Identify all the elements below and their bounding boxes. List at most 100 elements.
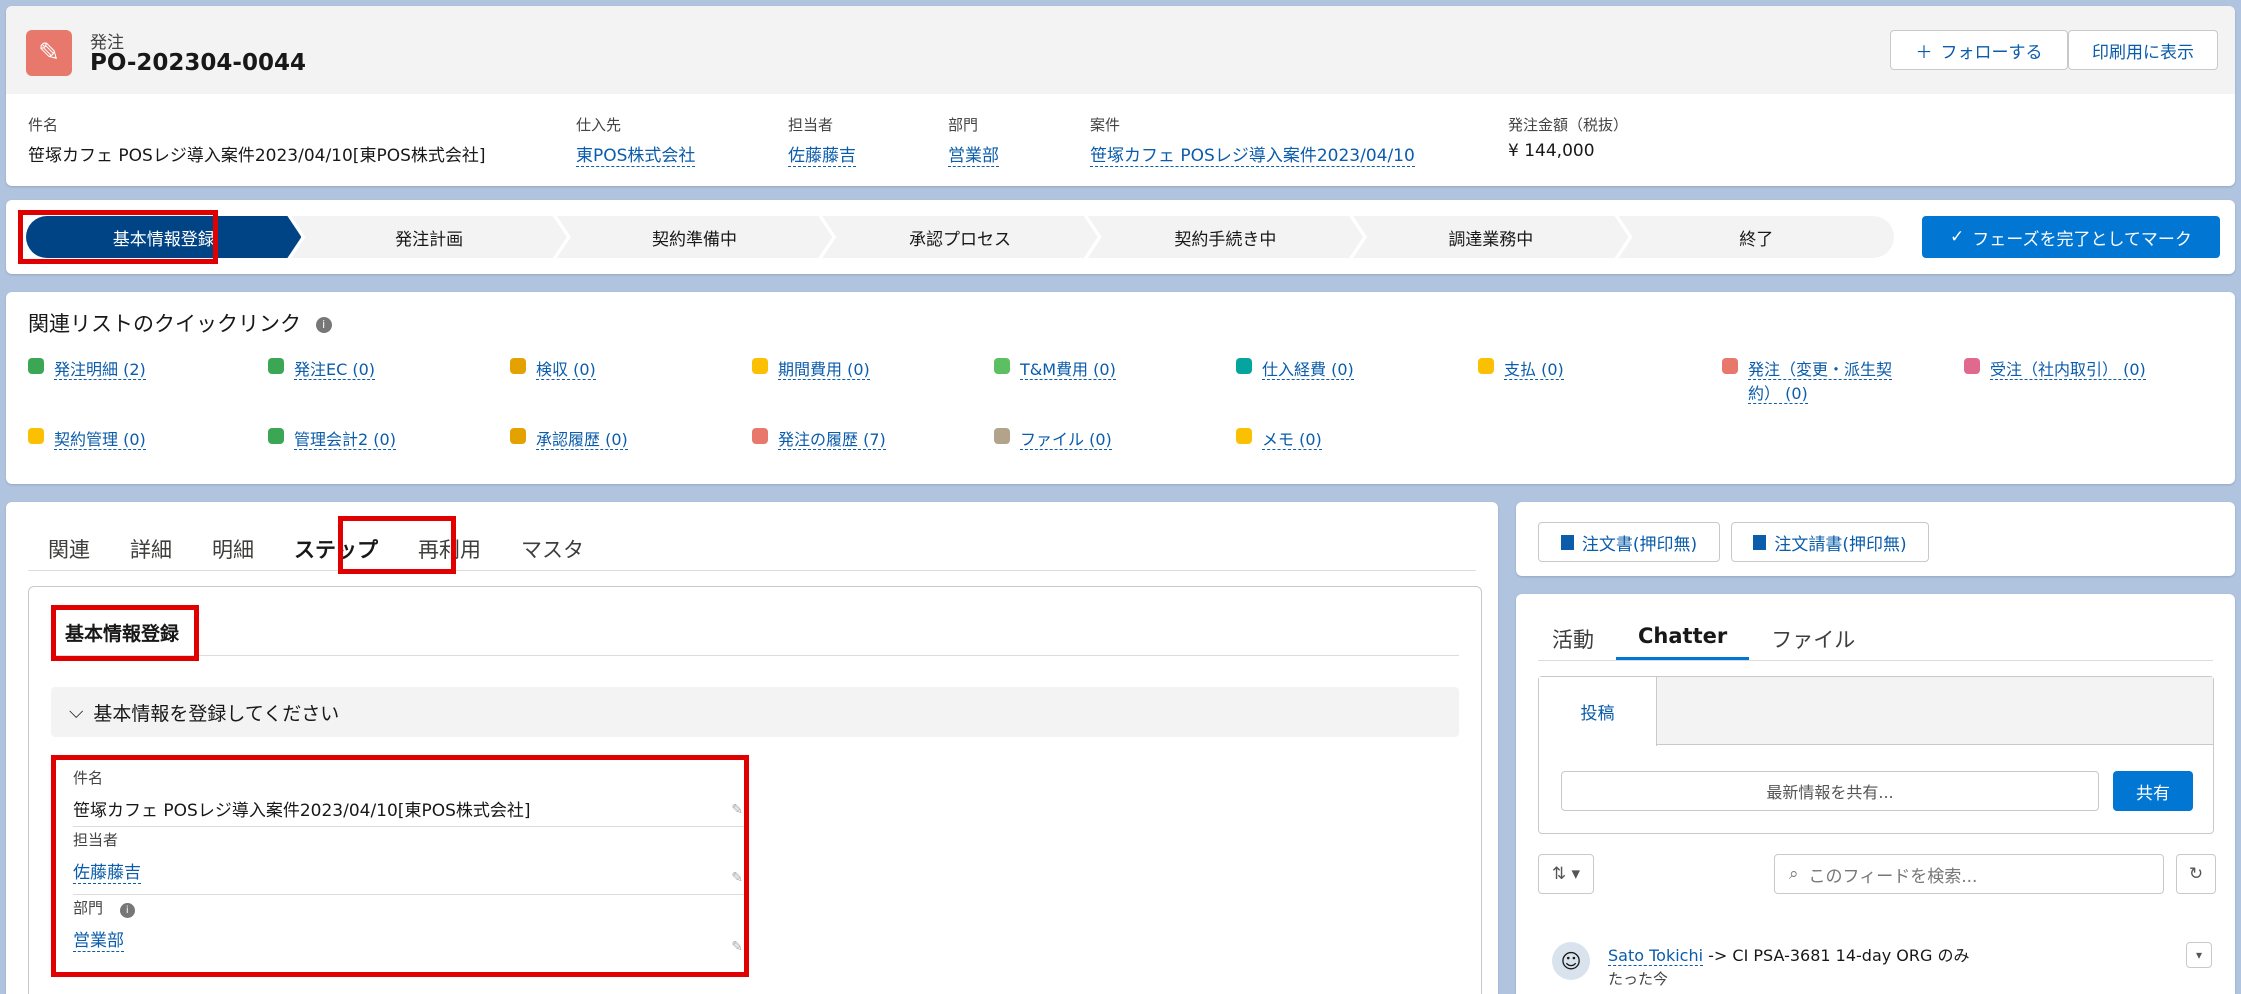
quick-link-label[interactable]: 契約管理 (0) (54, 430, 146, 450)
info-icon: i (315, 317, 332, 333)
path-step-3[interactable]: 契約準備中 (557, 216, 832, 258)
quick-link-label[interactable]: 支払 (0) (1504, 360, 1564, 380)
quick-link-item[interactable]: 受注（社内取引） (0) (1964, 356, 2184, 380)
quick-link-item[interactable]: ファイル (0) (994, 426, 1214, 450)
info-icon: i (119, 903, 135, 918)
header-top: ✎ 発注 PO-202304-0044 ＋ フォローする 印刷用に表示 (6, 6, 2235, 94)
quick-link-label[interactable]: T&M費用 (0) (1020, 360, 1116, 380)
quick-link-label[interactable]: 発注明細 (2) (54, 360, 146, 380)
quick-link-item[interactable]: 発注EC (0) (268, 356, 488, 380)
plus-icon: ＋ (1915, 42, 1933, 63)
follow-button[interactable]: ＋ フォローする (1890, 30, 2068, 70)
step-section: 基本情報登録 ⌵ 基本情報を登録してください 件名 笹塚カフェ POSレジ導入案… (28, 586, 1482, 994)
tab-reuse[interactable]: 再利用 (398, 528, 501, 570)
tab-chatter[interactable]: Chatter (1616, 618, 1750, 660)
quick-link-item[interactable]: 発注の履歴 (7) (752, 426, 972, 450)
feed-item-menu-button[interactable]: ▾ (2186, 942, 2212, 968)
quick-link-item[interactable]: 発注（変更・派生契 約） (0) (1722, 356, 1942, 404)
print-view-button[interactable]: 印刷用に表示 (2068, 30, 2218, 70)
quick-link-item[interactable]: 契約管理 (0) (28, 426, 248, 450)
quick-link-item[interactable]: 承認履歴 (0) (510, 426, 730, 450)
quick-link-label[interactable]: メモ (0) (1262, 430, 1322, 450)
field-subject: 件名 笹塚カフェ POSレジ導入案件2023/04/10[東POS株式会社] ✎ (73, 767, 749, 827)
quick-link-item[interactable]: 検収 (0) (510, 356, 730, 380)
field-owner: 担当者 佐藤藤吉 ✎ (73, 829, 749, 895)
quick-link-item[interactable]: メモ (0) (1236, 426, 1456, 450)
quick-link-label[interactable]: ファイル (0) (1020, 430, 1112, 450)
header-field-owner: 担当者 佐藤藤吉 (788, 116, 856, 167)
mark-complete-button[interactable]: ✓ フェーズを完了としてマーク (1922, 216, 2220, 258)
search-icon: ⌕ (1789, 864, 1799, 884)
quick-link-label[interactable]: 検収 (0) (536, 360, 596, 380)
order-ack-button[interactable]: 注文請書(押印無) (1731, 522, 1929, 562)
quick-link-label[interactable]: 承認履歴 (0) (536, 430, 628, 450)
path-step-6[interactable]: 調達業務中 (1353, 216, 1628, 258)
path-step-7[interactable]: 終了 (1618, 216, 1894, 258)
path-step-2[interactable]: 発注計画 (291, 216, 566, 258)
department-link[interactable]: 営業部 (948, 146, 999, 167)
avatar[interactable]: ☺ (1552, 942, 1590, 980)
tab-activity[interactable]: 活動 (1530, 618, 1616, 660)
quick-link-label-cont[interactable]: 約） (0) (1748, 384, 1808, 404)
order-doc-button[interactable]: 注文書(押印無) (1538, 522, 1720, 562)
quick-link-label[interactable]: 期間費用 (0) (778, 360, 870, 380)
sort-button[interactable]: ⇅ ▾ (1538, 854, 1594, 894)
header-field-amount: 発注金額（税抜） ¥ 144,000 (1508, 116, 1629, 161)
path-step-4[interactable]: 承認プロセス (822, 216, 1097, 258)
check-icon: ✓ (1950, 227, 1965, 247)
department-link[interactable]: 営業部 (73, 931, 124, 952)
post-tab[interactable]: 投稿 (1539, 677, 1657, 746)
section-divider (51, 655, 1459, 656)
document-icon (1560, 534, 1574, 550)
tab-steps[interactable]: ステップ (274, 528, 398, 570)
main-panel: 関連 詳細 明細 ステップ 再利用 マスタ 基本情報登録 ⌵ 基本情報を登録して… (6, 502, 1498, 994)
path-step-5[interactable]: 契約手続き中 (1088, 216, 1363, 258)
quick-link-item[interactable]: T&M費用 (0) (994, 356, 1214, 380)
tab-details[interactable]: 詳細 (110, 528, 192, 570)
owner-link[interactable]: 佐藤藤吉 (788, 146, 856, 167)
related-list-icon (1236, 428, 1252, 444)
owner-link[interactable]: 佐藤藤吉 (73, 863, 141, 884)
edit-pencil-icon[interactable]: ✎ (731, 870, 743, 886)
quick-link-item[interactable]: 支払 (0) (1478, 356, 1698, 380)
feed-timestamp: たった今 (1608, 970, 1669, 988)
path-bar: 基本情報登録 発注計画 契約準備中 承認プロセス 契約手続き中 調達業務中 終了… (6, 200, 2235, 274)
tab-related[interactable]: 関連 (28, 528, 110, 570)
related-list-icon (994, 358, 1010, 374)
quick-link-item[interactable]: 仕入経費 (0) (1236, 356, 1456, 380)
path-step-1[interactable]: 基本情報登録 (26, 216, 301, 258)
quick-link-item[interactable]: 期間費用 (0) (752, 356, 972, 380)
related-list-icon (268, 358, 284, 374)
chevron-down-icon: ⌵ (69, 701, 84, 723)
supplier-link[interactable]: 東POS株式会社 (576, 146, 696, 167)
subsection-header[interactable]: ⌵ 基本情報を登録してください (51, 687, 1459, 737)
refresh-button[interactable]: ↻ (2176, 854, 2216, 894)
share-button[interactable]: 共有 (2113, 771, 2193, 811)
quick-link-label[interactable]: 発注EC (0) (294, 360, 376, 380)
quick-link-label[interactable]: 発注の履歴 (7) (778, 430, 886, 450)
quick-link-label[interactable]: 発注（変更・派生契 (1748, 360, 1893, 380)
tab-files[interactable]: ファイル (1749, 618, 1877, 660)
tab-master[interactable]: マスタ (501, 528, 604, 570)
related-list-icon (752, 358, 768, 374)
feed-item-header: Sato Tokichi -> CI PSA-3681 14-day ORG の… (1608, 946, 1970, 966)
header-field-supplier: 仕入先 東POS株式会社 (576, 116, 696, 167)
project-link[interactable]: 笹塚カフェ POSレジ導入案件2023/04/10 (1090, 146, 1415, 167)
feed-search-input[interactable]: ⌕ このフィードを検索... (1774, 854, 2164, 894)
tab-lines[interactable]: 明細 (192, 528, 274, 570)
quick-link-item[interactable]: 発注明細 (2) (28, 356, 248, 380)
tab-divider (28, 570, 1476, 571)
quick-link-item[interactable]: 管理会計2 (0) (268, 426, 488, 450)
feed-user-link[interactable]: Sato Tokichi (1608, 946, 1704, 966)
related-list-icon (994, 428, 1010, 444)
related-list-icon (1478, 358, 1494, 374)
quick-link-label[interactable]: 仕入経費 (0) (1262, 360, 1354, 380)
share-input[interactable]: 最新情報を共有... (1561, 771, 2099, 811)
pencil-icon: ✎ (26, 30, 72, 76)
related-list-icon (752, 428, 768, 444)
edit-pencil-icon[interactable]: ✎ (731, 939, 743, 955)
related-list-icon (1964, 358, 1980, 374)
quick-link-label[interactable]: 受注（社内取引） (0) (1990, 360, 2146, 380)
edit-pencil-icon[interactable]: ✎ (731, 802, 743, 818)
quick-link-label[interactable]: 管理会計2 (0) (294, 430, 396, 450)
